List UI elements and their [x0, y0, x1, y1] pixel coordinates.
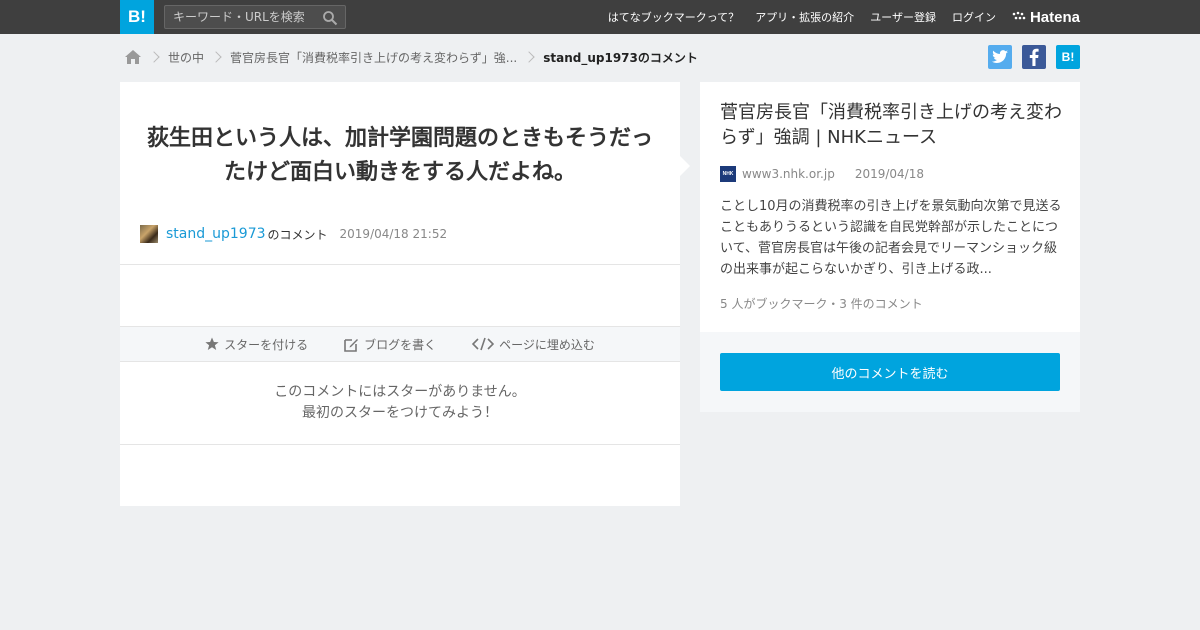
nav-login[interactable]: ログイン	[952, 9, 996, 25]
bookmark-counts[interactable]: 5 人がブックマーク・3 件のコメント	[720, 295, 923, 312]
comment-user-link[interactable]: stand_up1973	[166, 226, 266, 242]
comment-card: 荻生田という人は、加計学園問題のときもそうだったけど面白い動きをする人だよね。 …	[120, 82, 690, 506]
write-blog-label: ブログを書く	[364, 337, 437, 352]
article-panel: 菅官房長官「消費税率引き上げの考え変わらず」強調 | NHKニュース NHK w…	[700, 82, 1080, 412]
avatar[interactable]	[140, 225, 158, 243]
breadcrumb-entry[interactable]: 菅官房長官「消費税率引き上げの考え変わらず」強...	[230, 49, 517, 66]
no-star-line-1: このコメントにはスターがありません。	[274, 384, 526, 400]
search-box	[164, 5, 346, 29]
home-icon[interactable]	[124, 49, 142, 65]
search-input[interactable]	[165, 6, 315, 28]
facebook-share-button[interactable]	[1022, 45, 1046, 69]
share-buttons: B!	[978, 45, 1080, 69]
write-blog-button[interactable]: ブログを書く	[344, 336, 436, 353]
article-excerpt: ことし10月の消費税率の引き上げを景気動向次第で見送ることもありうるという認識を…	[720, 199, 1062, 277]
top-nav: はてなブックマークって？ アプリ・拡張の紹介 ユーザー登録 ログイン Haten…	[592, 0, 1080, 34]
breadcrumb: 世の中 菅官房長官「消費税率引き上げの考え変わらず」強... stand_up1…	[124, 46, 698, 68]
article-title[interactable]: 菅官房長官「消費税率引き上げの考え変わらず」強調 | NHKニュース	[720, 100, 1065, 150]
article-panel-footer: 他のコメントを読む	[700, 332, 1080, 412]
hatena-bookmark-logo[interactable]: B!	[120, 0, 154, 34]
article-date: 2019/04/18	[854, 167, 924, 181]
divider	[120, 264, 680, 265]
article-domain[interactable]: www3.nhk.or.jp	[742, 167, 835, 181]
no-star-message: このコメントにはスターがありません。 最初のスターをつけてみよう！	[120, 382, 680, 424]
chevron-right-icon	[523, 51, 535, 63]
hatena-dots-icon	[1012, 11, 1026, 20]
comment-meta: stand_up1973 のコメント 2019/04/18 21:52	[140, 225, 447, 243]
code-icon	[472, 337, 495, 351]
nav-about[interactable]: はてなブックマークって？	[608, 9, 739, 25]
search-icon[interactable]	[322, 10, 338, 26]
hatena-brand[interactable]: Hatena	[1012, 9, 1080, 26]
comment-suffix: のコメント	[267, 227, 328, 242]
star-icon	[205, 337, 219, 350]
twitter-icon	[992, 50, 1008, 63]
read-other-comments-button[interactable]: 他のコメントを読む	[720, 353, 1060, 391]
facebook-icon	[1029, 48, 1039, 66]
nav-register[interactable]: ユーザー登録	[870, 9, 936, 25]
hatena-brand-text: Hatena	[1029, 8, 1080, 26]
embed-label: ページに埋め込む	[499, 337, 595, 352]
nhk-favicon-icon: NHK	[720, 166, 736, 182]
comment-datetime: 2019/04/18 21:52	[339, 227, 448, 241]
article-source: NHK www3.nhk.or.jp 2019/04/18	[720, 166, 924, 182]
embed-button[interactable]: ページに埋め込む	[472, 336, 595, 353]
twitter-share-button[interactable]	[988, 45, 1012, 69]
hatena-bookmark-share-button[interactable]: B!	[1056, 45, 1080, 69]
top-bar: B! はてなブックマークって？ アプリ・拡張の紹介 ユーザー登録 ログイン Ha…	[0, 0, 1200, 34]
divider	[120, 444, 680, 445]
comment-actions: スターを付ける ブログを書く ページに埋め込む	[120, 326, 680, 362]
comment-text: 荻生田という人は、加計学園問題のときもそうだったけど面白い動きをする人だよね。	[146, 126, 653, 185]
chevron-right-icon	[210, 51, 222, 63]
add-star-label: スターを付ける	[224, 337, 309, 352]
chevron-right-icon	[148, 51, 160, 63]
edit-icon	[344, 338, 359, 352]
nav-apps[interactable]: アプリ・拡張の紹介	[755, 9, 854, 25]
add-star-button[interactable]: スターを付ける	[205, 336, 308, 353]
breadcrumb-category[interactable]: 世の中	[168, 49, 204, 66]
breadcrumb-current: stand_up1973のコメント	[543, 50, 698, 65]
no-star-line-2: 最初のスターをつけてみよう！	[302, 405, 498, 421]
